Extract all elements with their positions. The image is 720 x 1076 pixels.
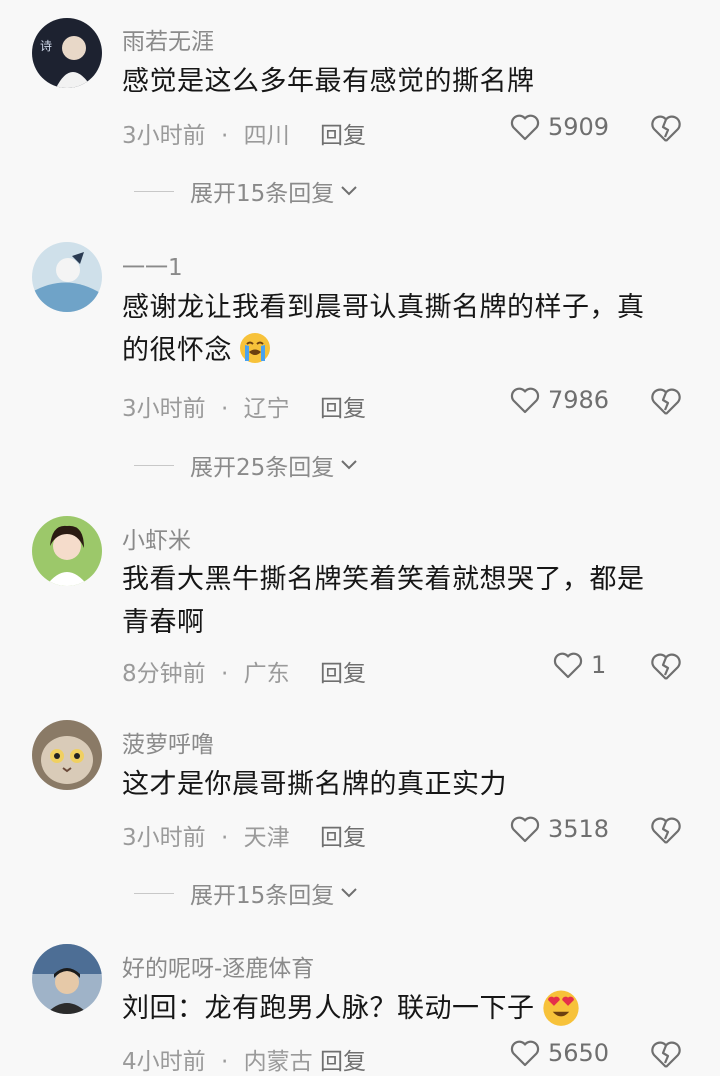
like-count: 3518: [548, 815, 610, 843]
comment-time: 3小时前: [122, 396, 206, 422]
username[interactable]: 菠萝呼噜: [122, 725, 214, 759]
broken-heart-icon[interactable]: [650, 816, 682, 846]
chevron-down-icon: [341, 460, 357, 470]
avatar[interactable]: 诗: [32, 18, 102, 88]
meta-separator: ·: [220, 123, 229, 149]
expand-divider: [134, 892, 174, 894]
username[interactable]: 好的呢呀-逐鹿体育: [122, 949, 314, 983]
like-button[interactable]: 5909: [510, 113, 609, 141]
meta-separator: ·: [220, 661, 229, 687]
like-count: 5909: [548, 113, 610, 141]
expand-label: 展开15条回复: [190, 883, 335, 909]
like-button[interactable]: 5650: [510, 1039, 609, 1067]
comment-meta: 4小时前 · 内蒙古: [122, 1042, 313, 1076]
heart-icon: [510, 1040, 540, 1067]
heart-icon: [510, 816, 540, 843]
comment-text-line: 的很怀念: [122, 335, 232, 366]
comment-text-line-2: 的很怀念: [122, 329, 692, 372]
reply-button[interactable]: 回复: [320, 1042, 366, 1076]
comment-text-line: 感谢龙让我看到晨哥认真撕名牌的样子，真: [122, 292, 645, 323]
like-count: 7986: [548, 386, 610, 414]
expand-label: 展开15条回复: [190, 181, 335, 207]
username[interactable]: 雨若无涯: [122, 22, 214, 56]
comment-text-line: 刘回：龙有跑男人脉？联动一下子: [122, 993, 535, 1024]
expand-divider: [134, 464, 174, 466]
username[interactable]: 小虾米: [122, 521, 191, 555]
broken-heart-icon[interactable]: [650, 114, 682, 144]
heart-icon: [553, 652, 583, 679]
comment-text: 这才是你晨哥撕名牌的真正实力: [122, 769, 507, 800]
comment-time: 3小时前: [122, 825, 206, 851]
heart-icon: [510, 114, 540, 141]
comment-location: 广东: [243, 661, 290, 687]
comment-text: 感觉是这么多年最有感觉的撕名牌: [122, 66, 535, 97]
avatar[interactable]: [32, 720, 102, 790]
comment-text: 感谢龙让我看到晨哥认真撕名牌的样子，真 的很怀念: [122, 286, 692, 372]
like-button[interactable]: 1: [553, 651, 606, 679]
broken-heart-icon[interactable]: [650, 387, 682, 417]
comment-text-line: 我看大黑牛撕名牌笑着笑着就想哭了，都是: [122, 564, 645, 595]
comment-meta: 3小时前 · 辽宁: [122, 389, 290, 423]
username[interactable]: 一一1: [122, 248, 183, 282]
comment-meta: 3小时前 · 四川: [122, 116, 290, 150]
meta-separator: ·: [220, 825, 229, 851]
avatar[interactable]: [32, 944, 102, 1014]
comment-text: 刘回：龙有跑男人脉？联动一下子: [122, 987, 692, 1030]
reply-button[interactable]: 回复: [320, 116, 366, 150]
chevron-down-icon: [341, 186, 357, 196]
heart-icon: [510, 387, 540, 414]
reply-button[interactable]: 回复: [320, 389, 366, 423]
broken-heart-icon[interactable]: [650, 1040, 682, 1070]
reply-button[interactable]: 回复: [320, 818, 366, 852]
comment-time: 3小时前: [122, 123, 206, 149]
expand-replies[interactable]: 展开15条回复: [134, 174, 358, 208]
like-count: 5650: [548, 1039, 610, 1067]
heart-eyes-face-icon: [542, 990, 579, 1026]
expand-label: 展开25条回复: [190, 455, 335, 481]
meta-separator: ·: [220, 1049, 229, 1075]
comment-text: 我看大黑牛撕名牌笑着笑着就想哭了，都是 青春啊: [122, 558, 692, 644]
comment-location: 四川: [243, 123, 290, 149]
like-count: 1: [591, 651, 607, 679]
comment-location: 天津: [243, 825, 290, 851]
comment-location: 内蒙古: [243, 1049, 313, 1075]
like-button[interactable]: 3518: [510, 815, 609, 843]
expand-replies[interactable]: 展开25条回复: [134, 448, 358, 482]
meta-separator: ·: [220, 396, 229, 422]
like-button[interactable]: 7986: [510, 386, 609, 414]
broken-heart-icon[interactable]: [650, 652, 682, 682]
expand-replies[interactable]: 展开15条回复: [134, 876, 358, 910]
chevron-down-icon: [341, 888, 357, 898]
avatar[interactable]: [32, 242, 102, 312]
comment-location: 辽宁: [243, 396, 290, 422]
svg-text:诗: 诗: [40, 39, 52, 53]
comment-meta: 8分钟前 · 广东: [122, 654, 290, 688]
comment-time: 4小时前: [122, 1049, 206, 1075]
comment-text-line: 青春啊: [122, 607, 205, 638]
reply-button[interactable]: 回复: [320, 654, 366, 688]
avatar[interactable]: [32, 516, 102, 586]
comment-time: 8分钟前: [122, 661, 206, 687]
expand-divider: [134, 190, 174, 192]
crying-face-icon: [240, 333, 270, 363]
comment-meta: 3小时前 · 天津: [122, 818, 290, 852]
